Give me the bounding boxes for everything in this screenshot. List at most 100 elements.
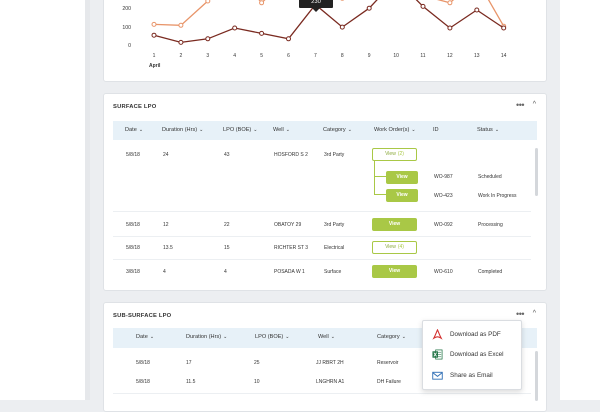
view-work-orders-button[interactable]: View(4) [372,241,417,254]
column-header-lpo[interactable]: LPO (BOE)⌄ [255,334,290,340]
chevron-down-icon: ⌄ [495,127,499,133]
cell-duration: 11.5 [186,379,195,385]
share-email-menu-item[interactable]: Share as Email [423,366,521,386]
table-header: Date⌄ Duration (Hrs)⌄ LPO (BOE)⌄ Well⌄ C… [113,121,537,140]
cell-id: WO-423 [434,193,453,199]
data-point[interactable] [448,1,452,5]
cell-duration: 13.5 [163,245,173,251]
row-divider [113,393,531,394]
cell-date: 5/8/18 [136,379,150,385]
collapse-caret-icon[interactable]: ^ [533,101,536,109]
cell-lpo: 43 [224,152,230,158]
data-point[interactable] [206,37,210,41]
data-point[interactable] [179,23,183,27]
cell-category: Surface [324,269,341,275]
export-menu: Download as PDF Download as Excel Share … [422,320,522,390]
cell-date: 5/8/18 [126,222,140,228]
column-header-work-orders[interactable]: Work Order(s)⌄ [374,127,416,133]
more-options-icon[interactable]: ••• [516,310,524,318]
column-header-duration[interactable]: Duration (Hrs)⌄ [186,334,227,340]
chevron-down-icon: ⌄ [331,334,335,340]
column-header-well[interactable]: Well⌄ [273,127,290,133]
column-header-status[interactable]: Status⌄ [477,127,499,133]
data-point[interactable] [475,8,479,12]
data-point[interactable] [152,22,156,26]
chevron-down-icon: ⌄ [253,127,257,133]
column-header-id[interactable]: ID [433,127,439,133]
pdf-icon [432,329,443,340]
chart-tooltip: 230 [299,0,333,8]
cell-duration: 24 [163,152,169,158]
column-header-duration[interactable]: Duration (Hrs)⌄ [162,127,203,133]
chevron-down-icon: ⌄ [223,334,227,340]
column-header-category[interactable]: Category⌄ [323,127,352,133]
line-chart [0,0,600,70]
data-point[interactable] [502,26,506,30]
cell-status: Work In Progress [478,193,517,199]
view-work-orders-button[interactable]: View [372,265,417,278]
more-options-icon[interactable]: ••• [516,101,524,109]
cell-well: RICHTER ST 3 [274,245,308,251]
x-tick-label: 13 [471,53,483,59]
download-excel-menu-item[interactable]: Download as Excel [423,345,521,365]
column-header-lpo[interactable]: LPO (BOE)⌄ [223,127,258,133]
cell-lpo: 4 [224,269,227,275]
data-point[interactable] [340,25,344,29]
download-pdf-menu-item[interactable]: Download as PDF [423,325,521,345]
cell-lpo: 25 [254,360,260,366]
cell-date: 5/8/18 [126,245,140,251]
data-point[interactable] [179,40,183,44]
x-tick-label: 11 [417,53,429,59]
x-tick-label: 5 [256,53,268,59]
chevron-down-icon: ⌄ [402,334,406,340]
cell-well: OBATOY 29 [274,222,301,228]
chevron-down-icon: ⌄ [139,127,143,133]
cell-status: Processing [478,222,503,228]
row-divider [113,259,531,260]
chevron-down-icon: ⌄ [199,127,203,133]
x-tick-label: 8 [336,53,348,59]
column-header-well[interactable]: Well⌄ [318,334,335,340]
column-header-category[interactable]: Category⌄ [377,334,406,340]
cell-date: 5/8/18 [126,152,140,158]
cell-id: WO-987 [434,174,453,180]
data-point[interactable] [206,0,210,3]
card-title: SURFACE LPO [113,104,156,110]
data-point[interactable] [367,6,371,10]
tooltip-arrow [312,8,320,12]
x-tick-label: 1 [148,53,160,59]
cell-well: HOSFORD S 2 [274,152,308,158]
collapse-caret-icon[interactable]: ^ [533,310,536,318]
view-work-orders-button[interactable]: View(2) [372,148,417,161]
view-work-order-button[interactable]: View [386,171,418,184]
x-tick-label: 3 [202,53,214,59]
column-header-date[interactable]: Date⌄ [136,334,154,340]
data-point[interactable] [287,37,291,41]
cell-lpo: 22 [224,222,230,228]
chevron-down-icon: ⌄ [286,127,290,133]
table-scrollbar[interactable] [535,351,538,401]
cell-duration: 12 [163,222,169,228]
x-axis-label: April [149,63,160,69]
data-point[interactable] [152,33,156,37]
email-icon [432,370,443,381]
cell-well: LNGHRN A1 [316,379,344,385]
cell-date: 5/8/18 [136,360,150,366]
data-point[interactable] [260,31,264,35]
row-divider [113,211,531,212]
data-point[interactable] [421,4,425,8]
data-point[interactable] [260,1,264,5]
row-divider [113,236,531,237]
view-work-orders-button[interactable]: View [372,218,417,231]
view-work-order-button[interactable]: View [386,189,418,202]
x-tick-label: 6 [283,53,295,59]
table-scrollbar[interactable] [535,148,538,196]
cell-category: Electrical [324,245,344,251]
data-point[interactable] [448,26,452,30]
data-point[interactable] [233,26,237,30]
column-header-date[interactable]: Date⌄ [125,127,143,133]
x-tick-label: 10 [390,53,402,59]
cell-category: DH Failure [377,379,401,385]
surface-lpo-card: SURFACE LPO ••• ^ Date⌄ Duration (Hrs)⌄ … [103,93,547,291]
cell-status: Scheduled [478,174,502,180]
